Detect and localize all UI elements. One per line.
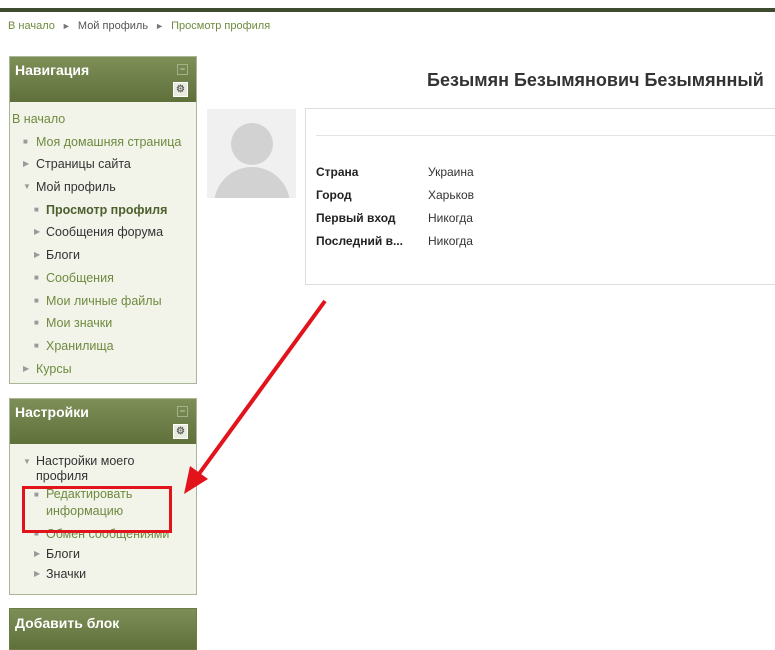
annotation-arrow-icon bbox=[184, 299, 327, 494]
